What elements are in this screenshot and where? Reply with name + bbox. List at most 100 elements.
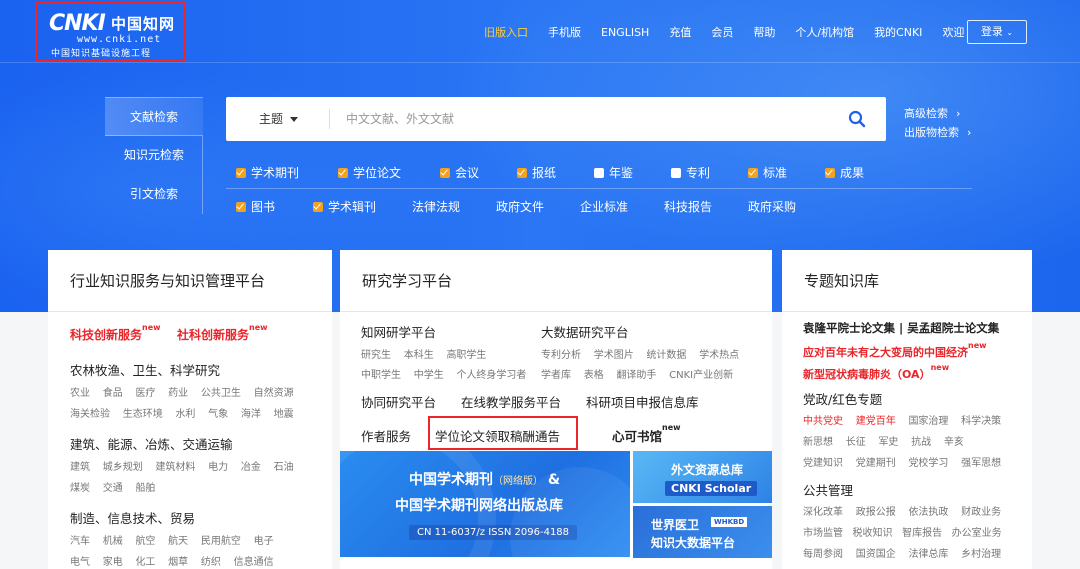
- search-input[interactable]: [346, 107, 826, 131]
- link-law-library[interactable]: 法律总库: [908, 549, 948, 560]
- filter-tech-report[interactable]: 科技报告: [664, 198, 712, 215]
- link-think-tank[interactable]: 智库报告: [902, 528, 942, 539]
- link-natural-resources[interactable]: 自然资源: [254, 388, 294, 399]
- link-shipping[interactable]: 船舶: [135, 483, 155, 494]
- tab-literature-search[interactable]: 文献检索: [105, 97, 203, 136]
- link-statistics[interactable]: 统计数据: [646, 350, 686, 361]
- link-textile[interactable]: 纺织: [201, 557, 221, 568]
- link-public-health[interactable]: 公共卫生: [201, 388, 241, 399]
- cnki-logo[interactable]: CNKI 中国知网 www.cnki.net 中国知识基础设施工程: [35, 2, 185, 62]
- link-metallurgy[interactable]: 冶金: [241, 462, 261, 473]
- link-food[interactable]: 食品: [103, 388, 123, 399]
- filter-academic-series[interactable]: 学术辑刊: [313, 198, 376, 215]
- link-weekly[interactable]: 每周参阅: [803, 549, 843, 560]
- link-soe[interactable]: 国资国企: [856, 549, 896, 560]
- link-party-centenary[interactable]: 建党百年: [856, 416, 896, 427]
- link-tax[interactable]: 税收知识: [853, 528, 893, 539]
- link-social-sci-innovation[interactable]: 社科创新服务new: [177, 323, 268, 343]
- link-party-building[interactable]: 党建知识: [803, 458, 843, 469]
- link-hot-topics[interactable]: 学术热点: [699, 350, 739, 361]
- link-appliances[interactable]: 家电: [103, 557, 123, 568]
- link-civil-aviation[interactable]: 民用航空: [201, 536, 241, 547]
- link-coal[interactable]: 煤炭: [70, 483, 90, 494]
- link-bigdata-platform[interactable]: 大数据研究平台: [541, 322, 629, 341]
- link-military-thought[interactable]: 强军思想: [961, 458, 1001, 469]
- filter-newspaper[interactable]: 报纸: [517, 164, 556, 181]
- link-china-economy[interactable]: 应对百年未有之大变局的中国经济new: [803, 341, 987, 360]
- foreign-resources-banner[interactable]: 外文资源总库 CNKI Scholar: [633, 451, 772, 503]
- link-agriculture[interactable]: 农业: [70, 388, 90, 399]
- link-online-teaching[interactable]: 在线教学服务平台: [461, 392, 561, 411]
- link-reform[interactable]: 深化改革: [803, 507, 843, 518]
- link-power[interactable]: 电力: [208, 462, 228, 473]
- link-thesis-royalty-notice[interactable]: 学位论文领取稿酬通告: [435, 426, 560, 445]
- link-lifelong-learner[interactable]: 个人终身学习者: [456, 370, 526, 381]
- link-governance[interactable]: 国家治理: [908, 416, 948, 427]
- link-construction[interactable]: 建筑: [70, 462, 90, 473]
- nav-member[interactable]: 会员: [711, 25, 733, 41]
- link-resistance[interactable]: 抗战: [911, 437, 931, 448]
- nav-english[interactable]: ENGLISH: [601, 25, 649, 41]
- link-long-march[interactable]: 长征: [846, 437, 866, 448]
- filter-conference[interactable]: 会议: [440, 164, 479, 181]
- link-academician-collections[interactable]: 袁隆平院士论文集 | 吴孟超院士论文集: [803, 320, 999, 336]
- link-aviation[interactable]: 航空: [135, 536, 155, 547]
- tab-knowledge-element-search[interactable]: 知识元检索: [105, 136, 203, 175]
- link-collab-research[interactable]: 协同研究平台: [361, 392, 436, 411]
- journal-banner-main[interactable]: 中国学术期刊（网络版） & 中国学术期刊网络出版总库 CN 11-6037/z …: [340, 451, 630, 557]
- link-cnki-study[interactable]: 知网研学平台: [361, 322, 436, 341]
- filter-standard[interactable]: 标准: [748, 164, 787, 181]
- filter-book[interactable]: 图书: [236, 198, 275, 215]
- link-project-database[interactable]: 科研项目申报信息库: [586, 392, 699, 411]
- link-medical[interactable]: 医疗: [135, 388, 155, 399]
- link-meteorology[interactable]: 气象: [208, 409, 228, 420]
- link-tables[interactable]: 表格: [584, 370, 604, 381]
- filter-gov-docs[interactable]: 政府文件: [496, 198, 544, 215]
- link-graduate[interactable]: 研究生: [361, 350, 391, 361]
- link-telecom[interactable]: 信息通信: [234, 557, 274, 568]
- link-gazette[interactable]: 政报公报: [856, 507, 896, 518]
- link-chemical[interactable]: 化工: [135, 557, 155, 568]
- link-ocean[interactable]: 海洋: [241, 409, 261, 420]
- search-icon[interactable]: [848, 110, 866, 128]
- link-rural-governance[interactable]: 乡村治理: [961, 549, 1001, 560]
- link-translation[interactable]: 翻译助手: [616, 370, 656, 381]
- link-finance[interactable]: 财政业务: [961, 507, 1001, 518]
- link-petroleum[interactable]: 石油: [274, 462, 294, 473]
- link-high-school[interactable]: 中学生: [414, 370, 444, 381]
- link-ecology[interactable]: 生态环境: [123, 409, 163, 420]
- nav-personal-institution[interactable]: 个人/机构馆: [795, 25, 854, 41]
- filter-thesis[interactable]: 学位论文: [338, 164, 401, 181]
- tab-citation-search[interactable]: 引文检索: [105, 175, 203, 214]
- link-electrical[interactable]: 电气: [70, 557, 90, 568]
- advanced-search-link[interactable]: 高级检索 ›: [904, 104, 971, 123]
- link-office[interactable]: 办公室业务: [952, 528, 1002, 539]
- link-building-materials[interactable]: 建筑材料: [155, 462, 195, 473]
- nav-help[interactable]: 帮助: [753, 25, 775, 41]
- link-undergraduate[interactable]: 本科生: [404, 350, 434, 361]
- link-xinhai[interactable]: 辛亥: [944, 437, 964, 448]
- search-field-select[interactable]: 主题: [259, 97, 283, 141]
- filter-achievement[interactable]: 成果: [825, 164, 864, 181]
- link-party-school[interactable]: 党校学习: [908, 458, 948, 469]
- link-party-history[interactable]: 中共党史: [803, 416, 843, 427]
- link-tobacco[interactable]: 烟草: [168, 557, 188, 568]
- link-aerospace[interactable]: 航天: [168, 536, 188, 547]
- link-vocational[interactable]: 高职学生: [446, 350, 486, 361]
- link-customs[interactable]: 海关检验: [70, 409, 110, 420]
- link-market-supervision[interactable]: 市场监管: [803, 528, 843, 539]
- link-author-service[interactable]: 作者服务: [361, 426, 411, 445]
- link-rule-of-law[interactable]: 依法执政: [908, 507, 948, 518]
- filter-laws[interactable]: 法律法规: [412, 198, 460, 215]
- publication-search-link[interactable]: 出版物检索 ›: [904, 123, 971, 142]
- nav-mobile[interactable]: 手机版: [548, 25, 581, 41]
- nav-recharge[interactable]: 充值: [669, 25, 691, 41]
- login-button[interactable]: 登录 ⌄: [967, 20, 1027, 44]
- filter-journal[interactable]: 学术期刊: [236, 164, 299, 181]
- link-water[interactable]: 水利: [175, 409, 195, 420]
- link-transport[interactable]: 交通: [103, 483, 123, 494]
- link-industry-innovation[interactable]: CNKI产业创新: [669, 370, 733, 381]
- link-electronics[interactable]: 电子: [254, 536, 274, 547]
- link-military-history[interactable]: 军史: [878, 437, 898, 448]
- link-xinke-bookstore[interactable]: 心可书馆new: [612, 423, 681, 445]
